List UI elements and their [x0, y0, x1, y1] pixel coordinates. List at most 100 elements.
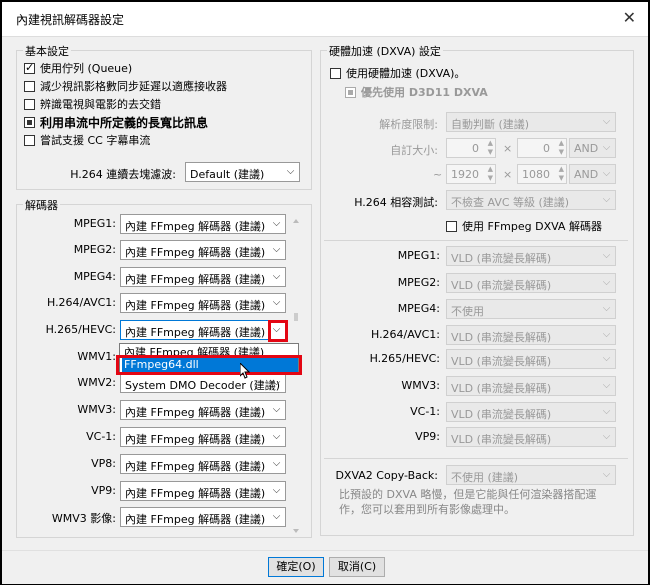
chevron-down-icon: ⌵ [272, 511, 281, 522]
width1-spinner[interactable]: 0 ▲ ▼ [446, 138, 496, 158]
cc-checkbox[interactable]: 嘗試支援 CC 字幕串流 [24, 132, 150, 148]
spin-arrows-icon[interactable]: ▲ ▼ [559, 139, 564, 157]
times-sign-2: × [503, 168, 513, 181]
checkbox-box[interactable] [24, 61, 35, 74]
decoders-title: 解碼器 [23, 197, 60, 213]
decoder-value: 內建 FFmpeg 解碼器 (建議) [125, 460, 266, 473]
dxva-label-h-264-avc1: H.264/AVC1: [370, 328, 440, 341]
decoder-label-mpeg1: MPEG1: [73, 217, 116, 230]
chevron-down-icon: ⌵ [286, 166, 295, 177]
chevron-down-icon: ⌵ [602, 469, 611, 480]
spin-arrows-icon[interactable]: ▲ ▼ [488, 165, 493, 183]
height2-spinner[interactable]: 1080 ▲ ▼ [517, 164, 567, 184]
checkbox-box[interactable] [24, 117, 35, 128]
height1-spinner[interactable]: 0 ▲ ▼ [517, 138, 567, 158]
decoder-label-mpeg2: MPEG2: [73, 243, 116, 256]
prefer-d3d11-label: 優先使用 D3D11 DXVA [361, 86, 488, 99]
button-bar [2, 550, 648, 584]
decoder-select-vp8[interactable]: 內建 FFmpeg 解碼器 (建議) ⌵ [120, 454, 286, 474]
reduce-delay-label: 減少視訊影格數同步延遲以適應接收器 [40, 80, 227, 93]
decoder-value: 內建 FFmpeg 解碼器 (建議) [125, 487, 266, 500]
deblock-select[interactable]: Default (建議) ⌵ [185, 162, 300, 182]
h264-compat-select[interactable]: 不檢查 AVC 等級 (建議) ⌵ [446, 190, 616, 210]
decoder-select-h-265-hevc[interactable]: 內建 FFmpeg 解碼器 (建議) ⌵ [120, 320, 286, 340]
copyback-value: 不使用 (建議) [451, 471, 519, 484]
checkbox-box[interactable] [345, 86, 356, 98]
decoder-select-wmv2[interactable]: System DMO Decoder (建議) ⌵ [120, 373, 286, 393]
decoder-label-wmv3: WMV3 影像: [51, 512, 116, 525]
ffmpeg-dxva-checkbox[interactable]: 使用 FFmpeg DXVA 解碼器 [446, 218, 602, 234]
ok-button[interactable]: 確定(O) [268, 557, 324, 577]
dxva-select-wmv3[interactable]: VLD (串流變長解碼) ⌵ [446, 376, 616, 396]
chevron-down-icon: ⌵ [602, 329, 611, 340]
chevron-down-icon: ⌵ [602, 353, 611, 364]
dxva-label-vp9: VP9: [415, 430, 440, 443]
width2-spinner[interactable]: 1920 ▲ ▼ [446, 164, 496, 184]
decoder-select-wmv3[interactable]: 內建 FFmpeg 解碼器 (建議) ⌵ [120, 507, 286, 527]
decoder-select-h-264-avc1[interactable]: 內建 FFmpeg 解碼器 (建議) ⌵ [120, 293, 286, 313]
dxva-select-h-265-hevc[interactable]: VLD (串流變長解碼) ⌵ [446, 349, 616, 369]
decoder-label-vp9: VP9: [91, 484, 116, 497]
checkbox-box[interactable] [330, 67, 341, 79]
deinterlace-label: 辨識電視與電影的去交錯 [40, 98, 161, 111]
and1-select[interactable]: AND ⌵ [569, 138, 616, 158]
spin-arrows-icon[interactable]: ▲ ▼ [488, 139, 493, 157]
chevron-down-icon: ⌵ [272, 377, 281, 388]
ffmpeg-dxva-label: 使用 FFmpeg DXVA 解碼器 [462, 220, 602, 233]
and2-select[interactable]: AND ⌵ [569, 164, 616, 184]
height2-value: 1080 [522, 168, 550, 181]
chevron-down-icon: ⌵ [602, 303, 611, 314]
decoder-select-vc-1[interactable]: 內建 FFmpeg 解碼器 (建議) ⌵ [120, 427, 286, 447]
chevron-down-icon: ⌵ [272, 271, 281, 282]
decoder-select-mpeg1[interactable]: 內建 FFmpeg 解碼器 (建議) ⌵ [120, 214, 286, 234]
decoders-scrollbar[interactable] [292, 218, 300, 534]
dialog-window: 內建視訊解碼器設定 ✕ 基本設定 使用佇列 (Queue) 減少視訊影格數同步延… [0, 0, 650, 585]
dxva-value: VLD (串流變長解碼) [451, 382, 552, 395]
decoder-value: 內建 FFmpeg 解碼器 (建議) [125, 326, 266, 339]
cancel-button[interactable]: 取消(C) [329, 557, 385, 577]
decoder-label-wmv1: WMV1: [77, 350, 116, 363]
checkbox-box[interactable] [24, 80, 35, 92]
dxva-select-h-264-avc1[interactable]: VLD (串流變長解碼) ⌵ [446, 325, 616, 345]
dxva-select-mpeg2[interactable]: VLD (串流變長解碼) ⌵ [446, 273, 616, 293]
deinterlace-checkbox[interactable]: 辨識電視與電影的去交錯 [24, 96, 161, 112]
dxva-label-mpeg2: MPEG2: [397, 276, 440, 289]
prefer-d3d11-checkbox[interactable]: 優先使用 D3D11 DXVA [345, 84, 488, 100]
dxva-select-vc-1[interactable]: VLD (串流變長解碼) ⌵ [446, 402, 616, 422]
close-icon[interactable]: ✕ [623, 8, 636, 27]
hw-accel-title: 硬體加速 (DXVA) 設定 [327, 43, 443, 59]
cc-label: 嘗試支援 CC 字幕串流 [40, 134, 151, 147]
decoder-label-h-265-hevc: H.265/HEVC: [45, 323, 116, 336]
aspect-ratio-checkbox[interactable]: 利用串流中所定義的長寬比訊息 [24, 114, 208, 131]
chevron-down-icon: ⌵ [272, 431, 281, 442]
copyback-select[interactable]: 不使用 (建議) ⌵ [446, 465, 616, 485]
dxva-label-mpeg1: MPEG1: [397, 249, 440, 262]
checkbox-box[interactable] [24, 98, 35, 110]
chevron-down-icon: ⌵ [272, 458, 281, 469]
dxva-select-mpeg4[interactable]: 不使用 ⌵ [446, 299, 616, 319]
decoder-select-mpeg4[interactable]: 內建 FFmpeg 解碼器 (建議) ⌵ [120, 267, 286, 287]
resolution-select[interactable]: 自動判斷 (建議) ⌵ [446, 112, 616, 132]
decoder-select-mpeg2[interactable]: 內建 FFmpeg 解碼器 (建議) ⌵ [120, 240, 286, 260]
decoder-select-wmv3[interactable]: 內建 FFmpeg 解碼器 (建議) ⌵ [120, 400, 286, 420]
checkbox-box[interactable] [446, 220, 457, 232]
spin-arrows-icon[interactable]: ▲ ▼ [559, 165, 564, 183]
hint-line-2: 作，您可以套用到所有影像處理中。 [339, 503, 515, 516]
use-hw-checkbox[interactable]: 使用硬體加速 (DXVA)。 [330, 65, 465, 81]
deblock-label: H.264 連續去塊濾波: [70, 168, 176, 181]
chevron-down-icon: ⌵ [602, 142, 611, 153]
decoder-select-vp9[interactable]: 內建 FFmpeg 解碼器 (建議) ⌵ [120, 481, 286, 501]
chevron-down-icon: ⌵ [602, 168, 611, 179]
reduce-delay-checkbox[interactable]: 減少視訊影格數同步延遲以適應接收器 [24, 78, 227, 94]
dxva-select-mpeg1[interactable]: VLD (串流變長解碼) ⌵ [446, 246, 616, 266]
checkbox-box[interactable] [24, 134, 35, 146]
queue-checkbox[interactable]: 使用佇列 (Queue) [24, 60, 132, 76]
chevron-down-icon: ⌵ [602, 250, 611, 261]
resolution-label: 解析度限制: [379, 118, 438, 131]
deblock-value: Default (建議) [190, 168, 265, 181]
highlight-ffmpeg64-option [116, 355, 302, 375]
decoder-label-mpeg4: MPEG4: [73, 270, 116, 283]
chevron-down-icon: ⌵ [602, 406, 611, 417]
dxva-select-vp9[interactable]: VLD (串流變長解碼) ⌵ [446, 427, 616, 447]
times-sign-1: × [503, 142, 513, 155]
